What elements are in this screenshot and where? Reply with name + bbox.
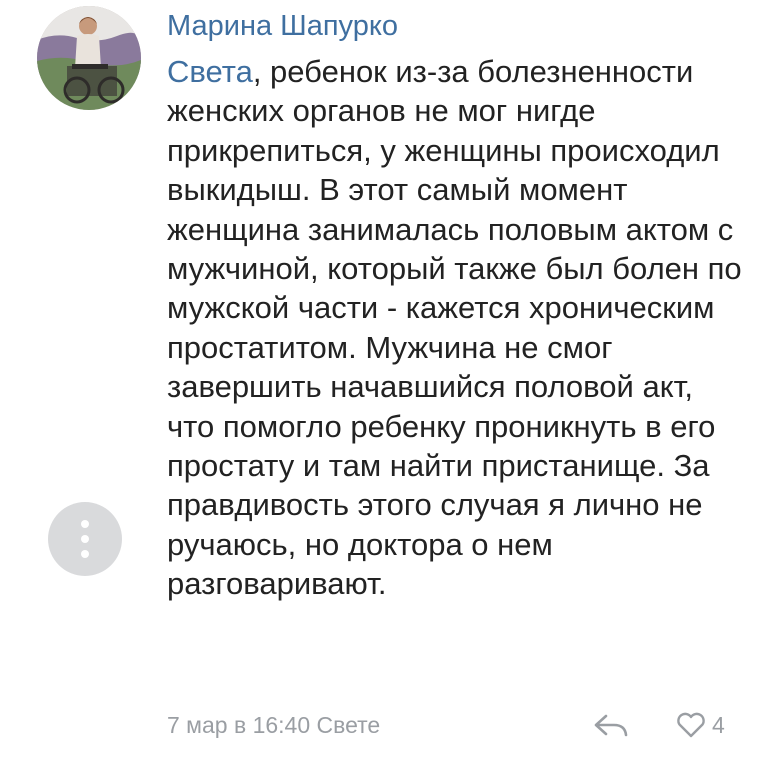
heart-icon [677,712,705,738]
comment-text: Света, ребенок из-за болезненности женск… [167,52,747,604]
avatar[interactable] [37,6,141,110]
more-button[interactable] [48,502,122,576]
like-count: 4 [712,711,725,738]
mention-link[interactable]: Света [167,54,253,89]
comment-body: , ребенок из-за болезненности женских ор… [167,54,742,602]
avatar-photo [37,6,141,110]
more-dots-icon [81,520,89,558]
reply-to-link[interactable]: Свете [317,712,381,738]
comment-date[interactable]: 7 мар в 16:40 [167,712,310,738]
comment-meta: 7 мар в 16:40 Свете [167,707,380,743]
reply-arrow-icon[interactable] [592,711,630,739]
like-button[interactable]: 4 [676,707,725,743]
author-name[interactable]: Марина Шапурко [167,6,398,46]
